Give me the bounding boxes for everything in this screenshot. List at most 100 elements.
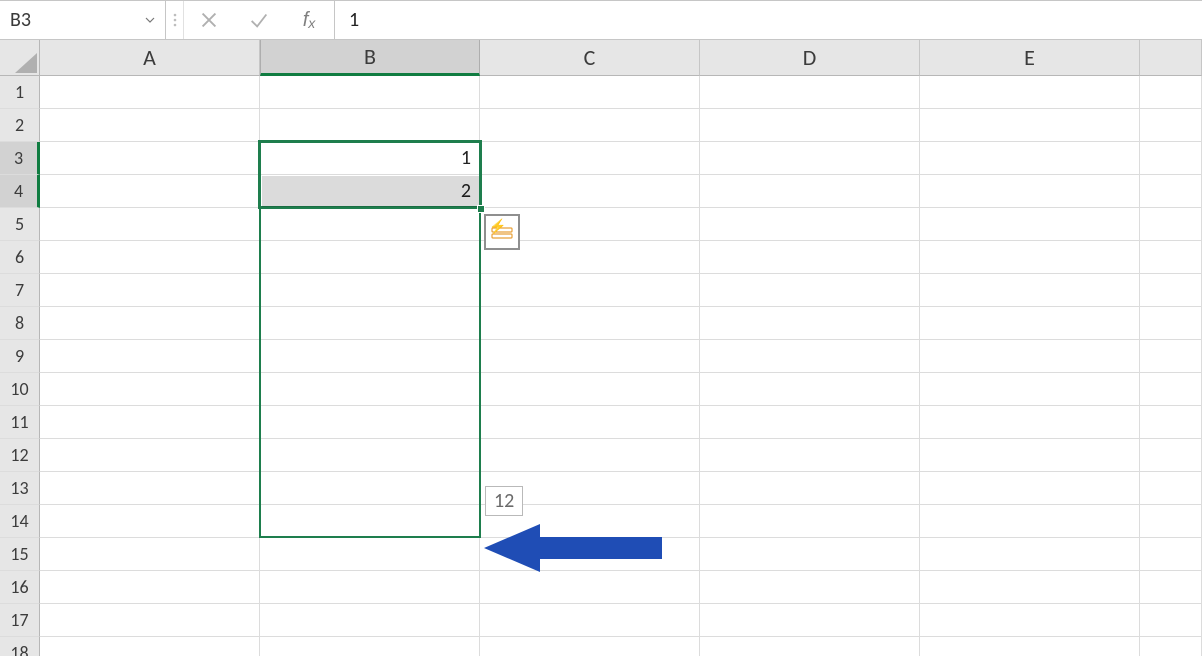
cell[interactable] [700,472,920,505]
cell[interactable] [260,241,480,274]
cell[interactable] [40,307,260,340]
cell[interactable] [700,175,920,208]
cell[interactable] [260,208,480,241]
cell[interactable] [260,340,480,373]
cell[interactable] [920,373,1140,406]
cell[interactable] [260,406,480,439]
cell[interactable] [920,175,1140,208]
cell[interactable] [40,373,260,406]
row-header[interactable]: 13 [0,472,40,505]
cell[interactable] [40,637,260,656]
row-header[interactable]: 8 [0,307,40,340]
cell[interactable] [480,76,700,109]
cell[interactable] [700,505,920,538]
chevron-down-icon[interactable] [141,11,159,29]
cell[interactable] [700,439,920,472]
fill-handle[interactable] [477,205,485,213]
cell[interactable] [40,439,260,472]
cell[interactable] [480,142,700,175]
cell[interactable] [700,406,920,439]
cell[interactable] [700,340,920,373]
row-header[interactable]: 6 [0,241,40,274]
cell[interactable] [40,76,260,109]
column-header-C[interactable]: C [480,40,700,76]
cell[interactable] [260,472,480,505]
cell[interactable] [260,637,480,656]
cell[interactable] [480,340,700,373]
cell[interactable] [480,109,700,142]
cell[interactable] [920,340,1140,373]
name-box[interactable]: B3 [6,6,141,34]
cell[interactable] [40,406,260,439]
name-box-wrap[interactable]: B3 [0,1,166,39]
cell[interactable] [700,274,920,307]
formula-input[interactable]: 1 [335,1,1202,39]
cell[interactable] [480,604,700,637]
cell[interactable] [40,142,260,175]
column-header-D[interactable]: D [700,40,920,76]
cell[interactable] [700,109,920,142]
cell[interactable] [260,76,480,109]
cell[interactable] [40,241,260,274]
cell[interactable] [40,538,260,571]
cell[interactable] [260,307,480,340]
cell[interactable] [700,538,920,571]
cell[interactable] [260,538,480,571]
row-header[interactable]: 2 [0,109,40,142]
row-header[interactable]: 10 [0,373,40,406]
cell[interactable] [40,340,260,373]
cell[interactable] [40,571,260,604]
cell[interactable]: 2 [260,175,480,208]
row-header[interactable]: 7 [0,274,40,307]
cell[interactable] [700,208,920,241]
autofill-options-button[interactable]: ⚡ [484,214,520,250]
row-header[interactable]: 15 [0,538,40,571]
cell[interactable] [920,538,1140,571]
cell[interactable] [920,208,1140,241]
cell[interactable] [700,373,920,406]
cell[interactable] [700,571,920,604]
row-header[interactable]: 4 [0,175,40,208]
cell[interactable]: 1 [260,142,480,175]
row-header[interactable]: 3 [0,142,40,175]
cell[interactable] [700,637,920,656]
cell[interactable] [480,637,700,656]
row-header[interactable]: 12 [0,439,40,472]
cell[interactable] [260,505,480,538]
cell[interactable] [480,373,700,406]
cell[interactable] [260,439,480,472]
cell[interactable] [40,505,260,538]
cell[interactable] [700,142,920,175]
cell[interactable] [920,505,1140,538]
cell[interactable] [40,472,260,505]
cell[interactable] [920,604,1140,637]
cell[interactable] [260,274,480,307]
cell[interactable] [480,307,700,340]
cell[interactable] [480,406,700,439]
cell[interactable] [700,307,920,340]
cell[interactable] [480,175,700,208]
cell[interactable] [480,439,700,472]
row-header[interactable]: 14 [0,505,40,538]
row-header[interactable]: 17 [0,604,40,637]
cell[interactable] [920,142,1140,175]
cell[interactable] [920,637,1140,656]
insert-function-button[interactable]: fx [284,9,334,32]
row-header[interactable]: 16 [0,571,40,604]
cell[interactable] [920,571,1140,604]
cell[interactable] [920,109,1140,142]
cell[interactable] [260,373,480,406]
cell[interactable] [260,571,480,604]
cell[interactable] [920,406,1140,439]
column-header-B[interactable]: B [260,40,480,76]
row-header[interactable]: 11 [0,406,40,439]
cell[interactable] [920,241,1140,274]
cell[interactable] [920,307,1140,340]
cell[interactable] [40,208,260,241]
row-header[interactable]: 18 [0,637,40,656]
cell[interactable] [700,604,920,637]
cell[interactable] [40,274,260,307]
select-all-corner[interactable] [0,40,40,76]
column-header-A[interactable]: A [40,40,260,76]
cell[interactable] [40,604,260,637]
